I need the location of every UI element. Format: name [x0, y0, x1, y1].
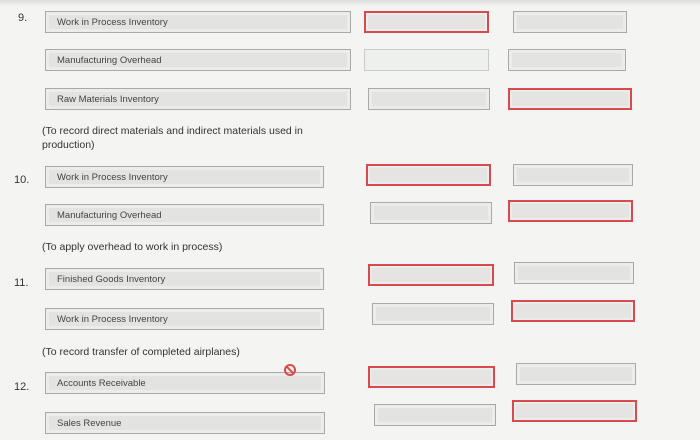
credit-amount-field[interactable] — [514, 262, 634, 284]
credit-amount-field[interactable] — [512, 400, 637, 422]
entry-explanation: (To apply overhead to work in process) — [42, 241, 223, 253]
entry-explanation: (To record transfer of completed airplan… — [42, 346, 240, 358]
credit-amount-field[interactable] — [513, 164, 633, 186]
debit-amount-field[interactable] — [368, 88, 490, 110]
debit-amount-field[interactable] — [372, 303, 494, 325]
credit-amount-field[interactable] — [508, 88, 632, 110]
account-field[interactable]: Work in Process Inventory — [45, 166, 324, 188]
debit-amount-field[interactable] — [368, 264, 494, 286]
credit-amount-field[interactable] — [508, 49, 626, 71]
debit-amount-field[interactable] — [374, 404, 496, 426]
account-field[interactable]: Manufacturing Overhead — [45, 49, 351, 71]
account-field[interactable]: Work in Process Inventory — [45, 11, 351, 33]
account-field[interactable]: Work in Process Inventory — [45, 308, 324, 330]
credit-amount-field[interactable] — [511, 300, 635, 322]
account-field[interactable]: Sales Revenue — [45, 412, 325, 434]
credit-amount-field[interactable] — [508, 200, 633, 222]
credit-amount-field[interactable] — [513, 11, 627, 33]
account-field[interactable]: Raw Materials Inventory — [45, 88, 351, 110]
entry-explanation: (To record direct materials and indirect… — [42, 125, 303, 151]
page-top-shade — [0, 0, 700, 6]
debit-amount-field[interactable] — [366, 164, 491, 186]
entry-number: 10. — [14, 174, 30, 186]
credit-amount-field[interactable] — [516, 363, 636, 385]
entry-number: 12. — [14, 381, 30, 393]
account-field[interactable]: Finished Goods Inventory — [45, 268, 324, 290]
account-field[interactable]: Manufacturing Overhead — [45, 204, 324, 226]
entry-number: 9. — [18, 12, 28, 24]
debit-amount-field[interactable] — [368, 366, 495, 388]
debit-amount-field[interactable] — [364, 49, 489, 71]
prohibited-circle-icon — [284, 364, 296, 376]
account-field[interactable]: Accounts Receivable — [45, 372, 325, 394]
debit-amount-field[interactable] — [364, 11, 489, 33]
entry-number: 11. — [14, 277, 29, 289]
debit-amount-field[interactable] — [370, 202, 492, 224]
